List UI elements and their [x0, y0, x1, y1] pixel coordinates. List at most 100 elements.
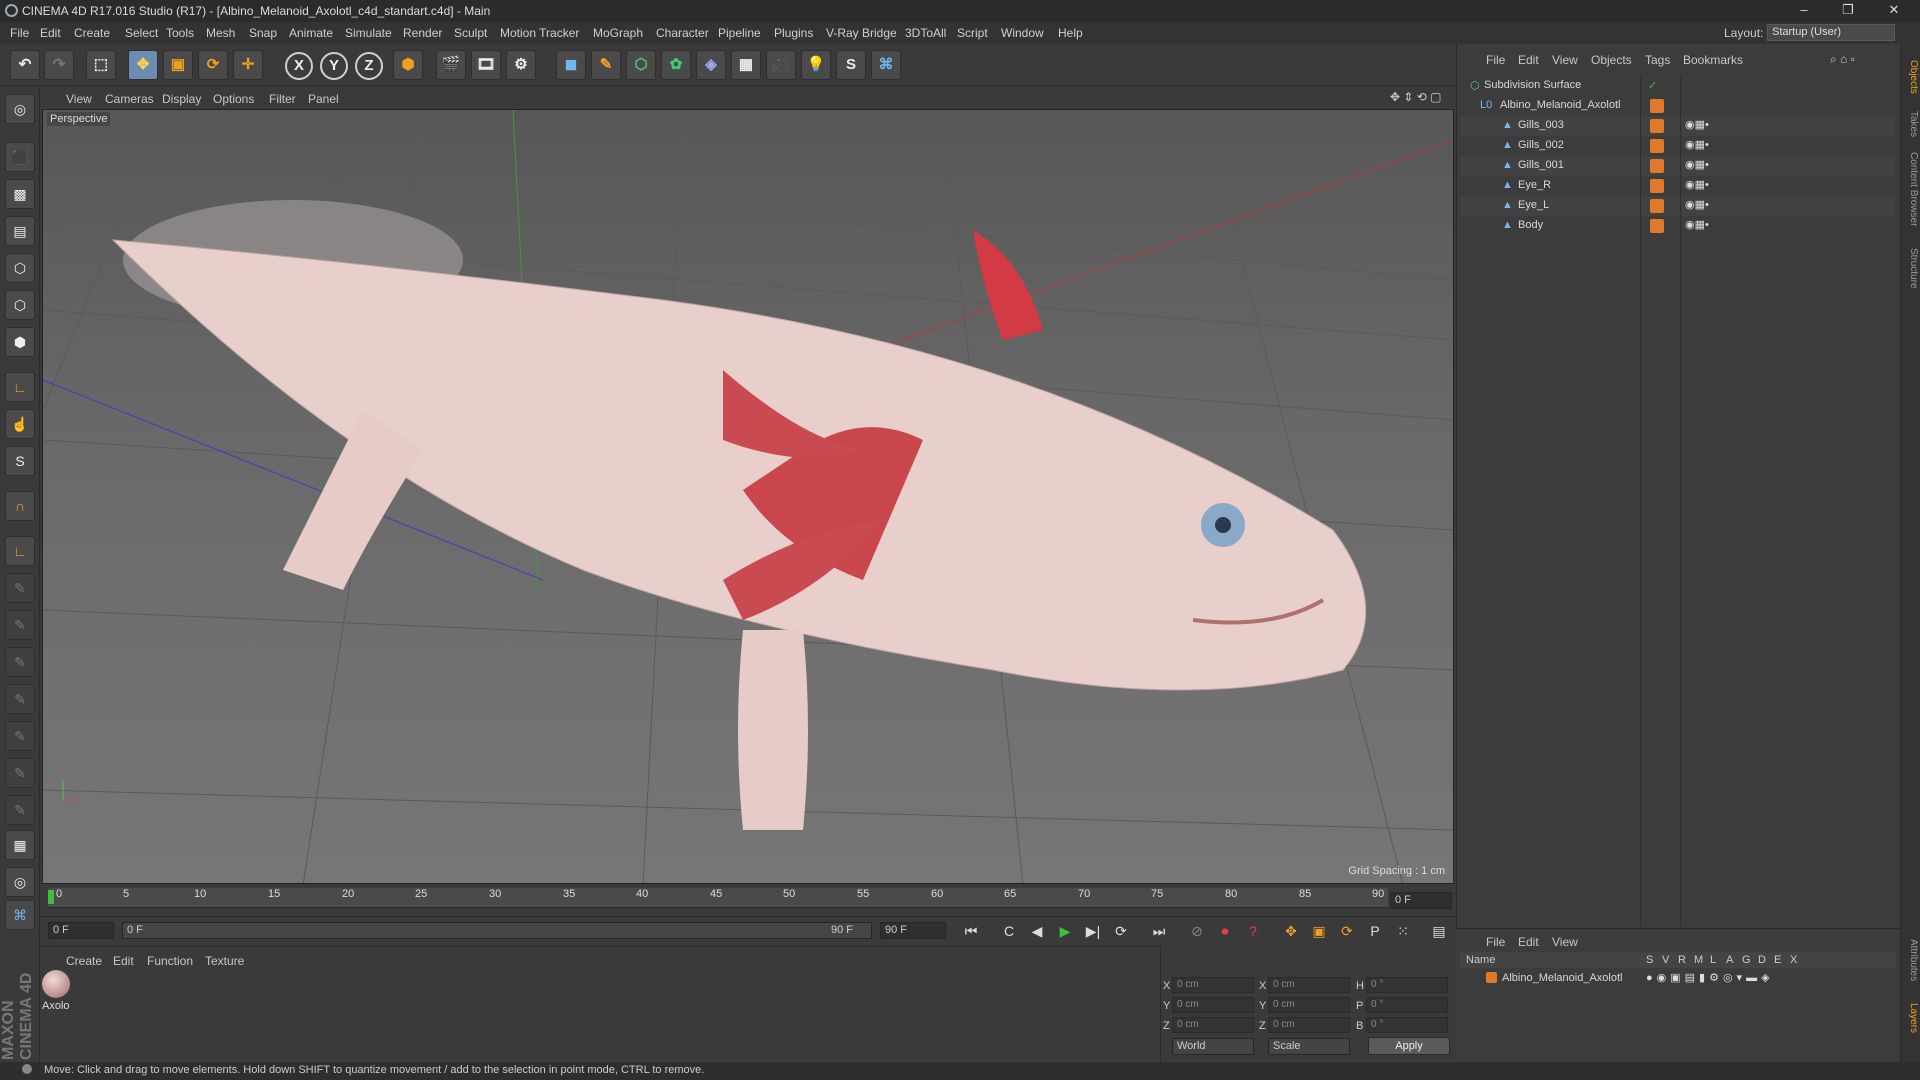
side-tab-attributes[interactable]: Attributes	[1901, 930, 1919, 990]
move-tool-icon[interactable]: ✥	[128, 50, 158, 80]
material-menu-texture[interactable]: Texture	[205, 954, 244, 968]
close-button[interactable]: ✕	[1882, 2, 1906, 20]
sculpt-smooth-icon[interactable]: ✎	[5, 684, 35, 714]
menu-tools[interactable]: Tools	[166, 26, 194, 40]
material-menu-create[interactable]: Create	[66, 954, 102, 968]
tree-row-subdivision-surface[interactable]: ⬡ Subdivision Surface ✓	[1460, 76, 1895, 96]
material-tags-icon[interactable]: ◉▦•	[1685, 198, 1709, 211]
menu-plugins[interactable]: Plugins	[774, 26, 813, 40]
make-editable-icon[interactable]: ◎	[5, 94, 35, 124]
next-key-icon[interactable]: ⟳	[1110, 920, 1132, 942]
goto-end-icon[interactable]: ⏭	[1148, 920, 1170, 942]
render-picture-viewer-icon[interactable]: 🎞	[471, 50, 501, 80]
menu-mograph[interactable]: MoGraph	[593, 26, 643, 40]
start-frame-field[interactable]: 0 F	[48, 922, 114, 939]
menu-script[interactable]: Script	[957, 26, 988, 40]
objects-menu-view[interactable]: View	[1552, 53, 1578, 67]
viewport-menu-display[interactable]: Display	[162, 92, 201, 106]
autokey-icon[interactable]: ⏺	[1214, 920, 1236, 942]
layer-color-tag[interactable]	[1650, 139, 1664, 153]
menu-edit[interactable]: Edit	[40, 26, 61, 40]
magnet-snap-icon[interactable]: ◎	[5, 867, 35, 897]
camera-icon[interactable]: 🎥	[766, 50, 796, 80]
menu-pipeline[interactable]: Pipeline	[718, 26, 761, 40]
minimize-button[interactable]: –	[1792, 2, 1816, 20]
material-swatch[interactable]	[42, 970, 70, 998]
texture-mode-icon[interactable]: ▩	[5, 179, 35, 209]
menu-vray-bridge[interactable]: V-Ray Bridge	[826, 26, 897, 40]
objects-menu-bookmarks[interactable]: Bookmarks	[1683, 53, 1743, 67]
scale-mode-select[interactable]: Scale	[1268, 1038, 1350, 1055]
viewport-menu-panel[interactable]: Panel	[308, 92, 339, 106]
menu-help[interactable]: Help	[1058, 26, 1083, 40]
tree-row-eye-l[interactable]: ▲ Eye_L ◉▦•	[1460, 196, 1895, 216]
material-tags-icon[interactable]: ◉▦•	[1685, 178, 1709, 191]
sculpt-flatten-icon[interactable]: ✎	[5, 758, 35, 788]
coord-rot-h-field[interactable]: 0 °	[1366, 977, 1448, 993]
goto-start-icon[interactable]: ⏮	[960, 920, 982, 942]
material-menu-function[interactable]: Function	[147, 954, 193, 968]
coord-rot-b-field[interactable]: 0 °	[1366, 1017, 1448, 1033]
layer-color-tag[interactable]	[1650, 179, 1664, 193]
points-mode-icon[interactable]: ⬡	[5, 253, 35, 283]
timeline-ruler[interactable]: 0 5 10 15 20 25 30 35 40 45 50 55 60 65 …	[48, 888, 1388, 908]
menu-3dtoall[interactable]: 3DToAll	[905, 26, 946, 40]
viewport-menu-options[interactable]: Options	[213, 92, 254, 106]
brush-icon[interactable]: ✎	[5, 573, 35, 603]
viewport-menu-view[interactable]: View	[66, 92, 92, 106]
coord-size-x-field[interactable]: 0 cm	[1268, 977, 1350, 993]
timeline-window-icon[interactable]: ▤	[1428, 920, 1450, 942]
play-icon[interactable]: ▶	[1054, 920, 1076, 942]
workplane-lock-icon[interactable]: ▦	[5, 830, 35, 860]
side-tab-takes[interactable]: Takes	[1901, 106, 1919, 142]
key-parameter-icon[interactable]: P	[1364, 920, 1386, 942]
coord-size-z-field[interactable]: 0 cm	[1268, 1017, 1350, 1033]
cloner-icon[interactable]: ✿	[661, 50, 691, 80]
tree-row-gills-002[interactable]: ▲ Gills_002 ◉▦•	[1460, 136, 1895, 156]
viewport-menu-cameras[interactable]: Cameras	[105, 92, 154, 106]
enabled-check-icon[interactable]: ✓	[1648, 79, 1657, 92]
menu-snap[interactable]: Snap	[249, 26, 277, 40]
undo-icon[interactable]: ↶	[10, 50, 40, 80]
viewport-menu-filter[interactable]: Filter	[269, 92, 296, 106]
preview-range-slider[interactable]: 0 F 90 F	[122, 922, 872, 939]
menu-window[interactable]: Window	[1001, 26, 1044, 40]
coord-rot-p-field[interactable]: 0 °	[1366, 997, 1448, 1013]
end-frame-field[interactable]: 90 F	[880, 922, 946, 939]
menu-create[interactable]: Create	[74, 26, 110, 40]
objects-menu-edit[interactable]: Edit	[1518, 53, 1539, 67]
key-scale-icon[interactable]: ▣	[1308, 920, 1330, 942]
light-icon[interactable]: 💡	[801, 50, 831, 80]
python-script-icon[interactable]: ⌘	[5, 900, 35, 930]
menu-file[interactable]: File	[10, 26, 29, 40]
side-tab-content-browser[interactable]: Content Browser	[1901, 146, 1919, 232]
menu-character[interactable]: Character	[656, 26, 709, 40]
side-tab-structure[interactable]: Structure	[1901, 240, 1919, 296]
objects-menu-objects[interactable]: Objects	[1591, 53, 1632, 67]
tree-row-body[interactable]: ▲ Body ◉▦•	[1460, 216, 1895, 236]
coord-size-y-field[interactable]: 0 cm	[1268, 997, 1350, 1013]
spline-pen-icon[interactable]: ✎	[591, 50, 621, 80]
transform-tool-icon[interactable]: ✛	[233, 50, 263, 80]
tree-row-gills-001[interactable]: ▲ Gills_001 ◉▦•	[1460, 156, 1895, 176]
coordinate-system-icon[interactable]: ⬢	[393, 50, 423, 80]
keyframe-selection-icon[interactable]: ?	[1242, 920, 1264, 942]
layer-toggle-icons[interactable]: ●◉▣▤▮⚙◎▾▬◈	[1646, 971, 1774, 984]
apply-button[interactable]: Apply	[1368, 1037, 1450, 1055]
layer-color-tag[interactable]	[1650, 99, 1664, 113]
3d-viewport[interactable]: Perspective Grid Spacing : 1 cm	[42, 109, 1454, 884]
deformer-icon[interactable]: ◈	[696, 50, 726, 80]
coord-pos-y-field[interactable]: 0 cm	[1172, 997, 1254, 1013]
viewport-navigation-icon[interactable]: ✥ ⇕ ⟲ ▢	[1390, 90, 1442, 104]
key-rotation-icon[interactable]: ⟳	[1336, 920, 1358, 942]
previous-frame-icon[interactable]: ◀	[1026, 920, 1048, 942]
coord-pos-x-field[interactable]: 0 cm	[1172, 977, 1254, 993]
axis-lock-icon[interactable]: ∟	[5, 536, 35, 566]
layers-menu-file[interactable]: File	[1486, 935, 1505, 949]
layer-color-swatch[interactable]	[1486, 972, 1497, 983]
scale-tool-icon[interactable]: ▣	[163, 50, 193, 80]
material-menu-edit[interactable]: Edit	[113, 954, 134, 968]
current-frame-field[interactable]: 0 F	[1390, 892, 1452, 909]
previous-key-icon[interactable]: C	[998, 920, 1020, 942]
next-frame-icon[interactable]: ▶|	[1082, 920, 1104, 942]
